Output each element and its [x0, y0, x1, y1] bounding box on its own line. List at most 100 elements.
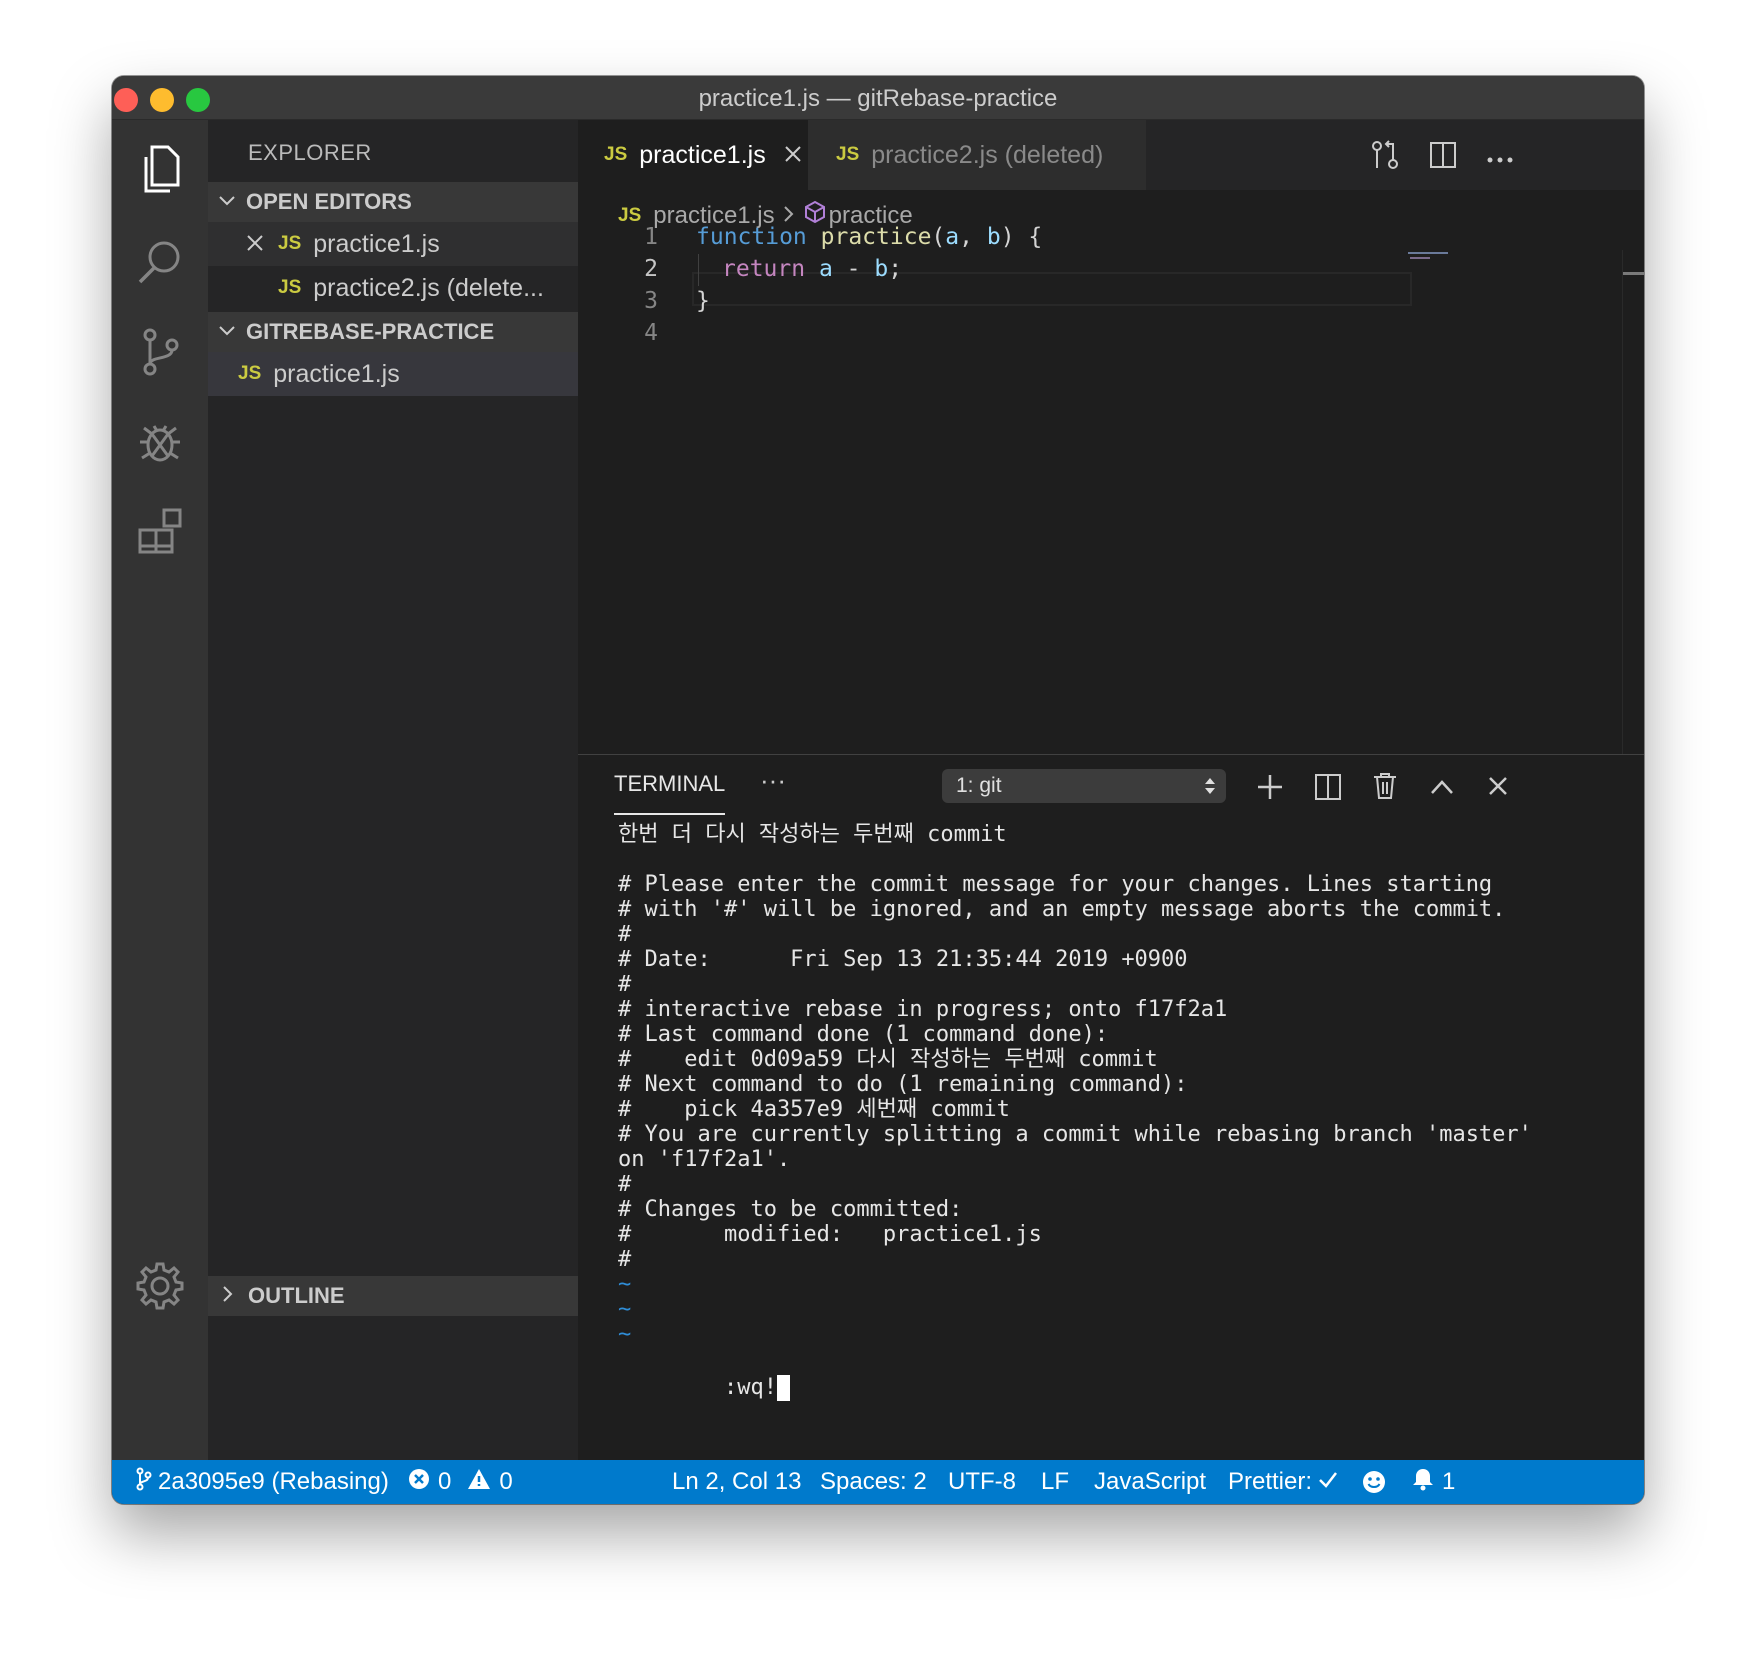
- terminal-line: #: [618, 922, 632, 947]
- open-changes-icon[interactable]: [1371, 140, 1399, 175]
- trash-icon[interactable]: [1373, 772, 1397, 805]
- js-file-icon: JS: [604, 144, 628, 165]
- open-editor-item[interactable]: JS practice1.js: [208, 222, 578, 266]
- panel-more-icon[interactable]: ···: [760, 765, 786, 796]
- encoding-status[interactable]: UTF-8: [948, 1460, 1016, 1504]
- editor-tabs: JS practice1.js JS practice2.js (deleted…: [578, 120, 1644, 190]
- eol-status[interactable]: LF: [1041, 1460, 1069, 1504]
- source-control-icon[interactable]: [132, 324, 188, 380]
- indent-guide: [698, 254, 699, 286]
- vim-tilde: ~: [618, 1322, 632, 1347]
- terminal-line: # Please enter the commit message for yo…: [618, 872, 1493, 897]
- code-line: }: [696, 288, 710, 314]
- chevron-down-icon: [218, 189, 236, 215]
- tab-terminal[interactable]: TERMINAL: [614, 771, 726, 815]
- vim-command: :wq!: [723, 1375, 777, 1400]
- bell-icon: [1412, 1467, 1434, 1498]
- open-editors-label: OPEN EDITORS: [246, 189, 412, 214]
- status-bar: 2a3095e9 (Rebasing) 0 0 Ln 2, Col 13 Spa…: [112, 1460, 1644, 1504]
- line-number: 2: [644, 256, 658, 282]
- project-section-header[interactable]: GITREBASE-PRACTICE: [208, 312, 578, 352]
- extensions-icon[interactable]: [132, 504, 188, 560]
- git-branch-icon: [136, 1467, 152, 1498]
- minimap[interactable]: [1408, 252, 1468, 264]
- terminal-line: # Next command to do (1 remaining comman…: [618, 1072, 1188, 1097]
- branch-status[interactable]: 2a3095e9 (Rebasing): [136, 1460, 389, 1504]
- settings-gear-icon[interactable]: [132, 1258, 188, 1314]
- feedback-smiley-icon[interactable]: [1362, 1460, 1386, 1504]
- split-terminal-icon[interactable]: [1315, 774, 1341, 805]
- open-editor-name: practice1.js: [313, 229, 440, 258]
- error-count: 0: [438, 1468, 452, 1495]
- tab-practice1[interactable]: JS practice1.js: [578, 120, 808, 190]
- terminal-line: # Changes to be committed:: [618, 1197, 963, 1222]
- terminal-line: # You are currently splitting a commit w…: [618, 1122, 1532, 1147]
- sidebar-title: EXPLORER: [248, 140, 372, 165]
- line-number: 1: [644, 224, 658, 250]
- notifications-status[interactable]: 1: [1412, 1460, 1455, 1504]
- search-icon[interactable]: [132, 234, 188, 290]
- notification-count: 1: [1442, 1468, 1456, 1495]
- terminal-line: # interactive rebase in progress; onto f…: [618, 997, 1228, 1022]
- file-name: practice1.js: [273, 359, 400, 388]
- debug-icon[interactable]: [132, 414, 188, 470]
- terminal-line: # edit 0d09a59 다시 작성하는 두번째 commit: [618, 1047, 1158, 1072]
- select-arrows-icon: [1204, 775, 1216, 803]
- warning-icon: [467, 1468, 491, 1497]
- vscode-window: practice1.js — gitRebase-practice EXPLOR…: [112, 76, 1644, 1504]
- problems-status[interactable]: 0 0: [408, 1460, 513, 1504]
- terminal-line: 한번 더 다시 작성하는 두번째 commit: [618, 822, 1007, 847]
- tab-label: practice2.js (deleted): [871, 140, 1104, 169]
- close-icon[interactable]: [784, 141, 802, 170]
- files-icon[interactable]: [132, 142, 188, 198]
- terminal-panel: TERMINAL ··· 1: git 한번 더 다시 작성하는 두번째 com…: [578, 754, 1644, 1461]
- terminal-select-value: 1: git: [956, 774, 1002, 797]
- close-icon[interactable]: [246, 230, 264, 259]
- js-file-icon: JS: [238, 363, 262, 384]
- prettier-status[interactable]: Prettier:: [1228, 1460, 1338, 1504]
- tab-practice2-deleted[interactable]: JS practice2.js (deleted): [808, 120, 1146, 190]
- checkmark-icon: [1318, 1468, 1338, 1496]
- indentation-status[interactable]: Spaces: 2: [820, 1460, 927, 1504]
- vim-tilde: ~: [618, 1272, 632, 1297]
- js-file-icon: JS: [278, 233, 302, 254]
- terminal-line: #: [618, 972, 632, 997]
- new-terminal-icon[interactable]: [1257, 774, 1283, 805]
- code-line: function practice(a, b) {: [696, 224, 1043, 250]
- outline-label: OUTLINE: [248, 1283, 345, 1308]
- terminal-line: # with '#' will be ignored, and an empty…: [618, 897, 1506, 922]
- more-actions-icon[interactable]: [1486, 151, 1514, 169]
- explorer-sidebar: EXPLORER OPEN EDITORS JS practice1.js JS…: [208, 120, 578, 1460]
- maximize-panel-icon[interactable]: [1430, 779, 1454, 800]
- terminal-line: # Date: Fri Sep 13 21:35:44 2019 +0900: [618, 947, 1188, 972]
- tab-label: practice1.js: [639, 140, 766, 169]
- project-label: GITREBASE-PRACTICE: [246, 319, 495, 344]
- chevron-right-icon: [220, 1283, 236, 1309]
- vim-command-line[interactable]: :wq!: [618, 1346, 790, 1401]
- terminal-select[interactable]: 1: git: [942, 769, 1226, 803]
- open-editor-item[interactable]: JS practice2.js (delete...: [208, 266, 578, 310]
- cursor-position[interactable]: Ln 2, Col 13: [672, 1460, 801, 1504]
- split-editor-icon[interactable]: [1429, 141, 1457, 174]
- panel-header: TERMINAL ··· 1: git: [578, 755, 1644, 819]
- error-icon: [408, 1468, 430, 1497]
- file-tree-item[interactable]: JS practice1.js: [208, 352, 578, 396]
- terminal-line: # Last command done (1 command done):: [618, 1022, 1109, 1047]
- title-bar: practice1.js — gitRebase-practice: [112, 76, 1644, 120]
- outline-section-header[interactable]: OUTLINE: [208, 1276, 578, 1316]
- branch-label: 2a3095e9 (Rebasing): [158, 1468, 389, 1495]
- vim-tilde: ~: [618, 1297, 632, 1322]
- code-line: return a - b;: [722, 256, 903, 282]
- close-panel-icon[interactable]: [1488, 776, 1508, 801]
- open-editors-section-header[interactable]: OPEN EDITORS: [208, 182, 578, 222]
- language-mode[interactable]: JavaScript: [1094, 1460, 1206, 1504]
- terminal-cursor: [776, 1375, 790, 1401]
- chevron-down-icon: [218, 319, 236, 345]
- activity-bar: [112, 120, 208, 1460]
- prettier-label: Prettier:: [1228, 1468, 1313, 1495]
- open-editor-name: practice2.js (delete...: [313, 273, 544, 302]
- terminal-line: on 'f17f2a1'.: [618, 1147, 791, 1172]
- editor-scrollbar[interactable]: [1622, 250, 1644, 754]
- line-number: 3: [644, 288, 658, 314]
- window-title: practice1.js — gitRebase-practice: [698, 85, 1058, 112]
